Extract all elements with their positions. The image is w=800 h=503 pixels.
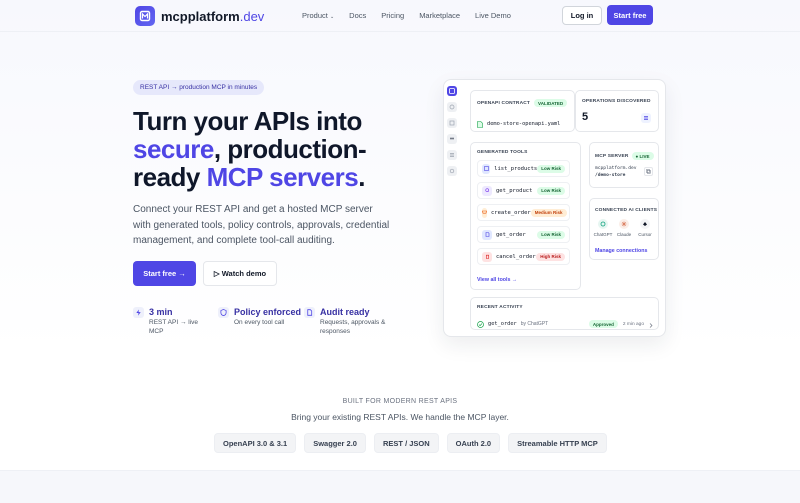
brand-logo[interactable]: mcpplatform.dev [135, 6, 264, 26]
logs-icon[interactable] [447, 150, 457, 160]
built-for-label: BUILT FOR MODERN REST APIS [342, 398, 458, 405]
feature-audit: Audit ready Requests, approvals & respons… [304, 306, 388, 336]
chevron-right-icon[interactable] [649, 315, 653, 333]
nav-marketplace[interactable]: Marketplace [419, 11, 460, 20]
client-claude[interactable]: Claude [614, 219, 634, 237]
trash-icon [482, 251, 492, 262]
settings-icon[interactable] [447, 166, 457, 176]
claude-icon [619, 219, 629, 229]
operations-count: 5 [582, 111, 589, 123]
panel-sidebar [447, 86, 457, 182]
users-icon[interactable] [447, 134, 457, 144]
main-menu: Product ⌄ Docs Pricing Marketplace Live … [302, 11, 511, 20]
search-icon [482, 185, 492, 196]
chip-oauth: OAuth 2.0 [446, 433, 501, 453]
tool-row[interactable]: create_order Medium Risk [477, 204, 570, 221]
hero-pill: REST API → production MCP in minutes [133, 80, 265, 95]
chevron-down-icon: ⌄ [329, 14, 335, 20]
validated-badge: VALIDATED [534, 99, 568, 107]
dashboard-icon[interactable] [447, 86, 457, 96]
feature-policy: Policy enforced On every tool call [218, 306, 304, 327]
cart-icon [482, 207, 487, 218]
check-circle-icon [477, 315, 484, 333]
connected-clients-card: CONNECTED AI CLIENTS ChatGPT Claude Curs… [589, 198, 659, 260]
tool-row[interactable]: list_products Low Risk [477, 160, 570, 177]
logo-mark-icon [135, 6, 155, 26]
cursor-icon [640, 219, 650, 229]
grid-icon [482, 163, 491, 174]
generated-tools-card: GENERATED TOOLS list_products Low Risk g… [470, 142, 581, 290]
server-url[interactable]: mcpplatform.dev /demo-store [595, 165, 637, 179]
next-section-band [0, 470, 800, 503]
feature-speed: 3 min REST API → live MCP [133, 306, 214, 336]
openapi-contract-card: OPENAPI CONTRACT VALIDATED demo-store-op… [470, 90, 575, 132]
tools-icon[interactable] [447, 118, 457, 128]
chatgpt-icon [598, 219, 608, 229]
nav-live-demo[interactable]: Live Demo [475, 11, 511, 20]
document-icon [304, 307, 315, 318]
activity-row[interactable]: get_order by ChatGPT Approved 2 min ago [477, 315, 653, 333]
shield-icon [218, 307, 229, 318]
client-cursor[interactable]: Cursor [635, 219, 655, 237]
mcp-server-card: MCP SERVER ● LIVE mcpplatform.dev /demo-… [589, 142, 659, 188]
login-button[interactable]: Log in [562, 6, 602, 25]
chip-rest-json: REST / JSON [373, 433, 439, 453]
watch-demo-button[interactable]: ▷ Watch demo [203, 261, 277, 286]
tool-row[interactable]: get_order Low Risk [477, 226, 570, 243]
chip-openapi: OpenAPI 3.0 & 3.1 [214, 433, 297, 453]
hero-headline: Turn your APIs into secure, production- … [133, 106, 367, 192]
chip-swagger: Swagger 2.0 [304, 433, 366, 453]
bolt-icon [133, 307, 144, 318]
brand-name: mcpplatform.dev [161, 8, 265, 24]
operations-card: OPERATIONS DISCOVERED 5 [575, 90, 659, 132]
view-all-tools-link[interactable]: View all tools → [477, 277, 517, 283]
approved-badge: Approved [588, 320, 618, 328]
document-icon [482, 229, 492, 240]
tool-row[interactable]: cancel_order High Risk [477, 248, 570, 265]
list-icon [641, 113, 651, 123]
live-badge: ● LIVE [631, 152, 654, 160]
link-icon[interactable] [447, 102, 457, 112]
copy-icon[interactable] [644, 167, 653, 176]
hero-start-free-button[interactable]: Start free → [133, 261, 196, 286]
manage-connections-link[interactable]: Manage connections [595, 248, 647, 254]
nav-divider [0, 31, 800, 32]
start-free-nav-button[interactable]: Start free [607, 5, 653, 25]
openapi-file-name[interactable]: demo-store-openapi.yaml [487, 121, 560, 127]
nav-docs[interactable]: Docs [349, 11, 366, 20]
nav-pricing[interactable]: Pricing [381, 11, 404, 20]
recent-activity-card: RECENT ACTIVITY get_order by ChatGPT App… [470, 297, 659, 330]
tagline: Bring your existing REST APIs. We handle… [291, 412, 509, 422]
nav-product[interactable]: Product ⌄ [302, 11, 334, 20]
file-icon [477, 115, 483, 133]
supported-formats: OpenAPI 3.0 & 3.1 Swagger 2.0 REST / JSO… [214, 433, 607, 453]
hero-subtitle: Connect your REST API and get a hosted M… [133, 204, 390, 246]
chip-streamable-http: Streamable HTTP MCP [508, 433, 607, 453]
dashboard-preview: OPENAPI CONTRACT VALIDATED demo-store-op… [443, 79, 666, 337]
tool-row[interactable]: get_product Low Risk [477, 182, 570, 199]
client-chatgpt[interactable]: ChatGPT [593, 219, 613, 237]
